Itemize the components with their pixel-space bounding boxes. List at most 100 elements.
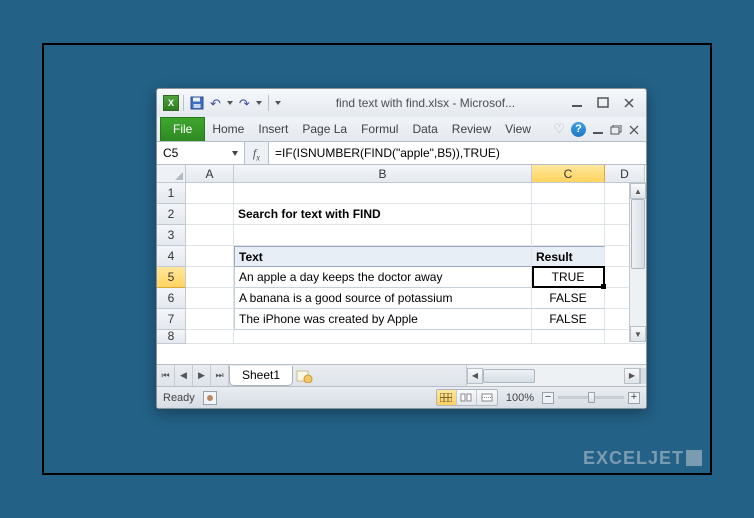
zoom-slider[interactable] — [558, 396, 624, 399]
cell-title[interactable]: Search for text with FIND — [234, 204, 532, 225]
cell[interactable] — [186, 225, 234, 246]
close-button[interactable] — [622, 97, 636, 109]
ribbon-minimize-icon[interactable] — [592, 124, 604, 134]
tab-review[interactable]: Review — [445, 117, 498, 141]
zoom-out-button[interactable]: − — [542, 392, 554, 404]
scroll-up-button[interactable]: ▲ — [630, 183, 646, 199]
formula-bar: C5 fx =IF(ISNUMBER(FIND("apple",B5)),TRU… — [157, 142, 646, 165]
quick-access-toolbar: ↶ ↷ — [183, 95, 281, 111]
status-ready: Ready — [163, 392, 195, 404]
cell[interactable] — [234, 225, 532, 246]
excel-window: X ↶ ↷ find text with find.xlsx - Microso… — [156, 88, 647, 409]
row-header[interactable]: 8 — [157, 330, 186, 344]
cell[interactable] — [186, 267, 234, 288]
sheet-nav-first[interactable]: ⏮ — [157, 365, 175, 386]
tab-page-layout[interactable]: Page La — [295, 117, 354, 141]
table-header-result[interactable]: Result — [532, 246, 605, 267]
hscroll-thumb[interactable] — [483, 369, 535, 383]
sheet-nav-prev[interactable]: ◀ — [175, 365, 193, 386]
excel-app-icon: X — [163, 95, 179, 111]
table-cell-result[interactable]: TRUE — [532, 267, 605, 288]
tab-home[interactable]: Home — [205, 117, 251, 141]
table-cell-result[interactable]: FALSE — [532, 309, 605, 330]
zoom-control: − + — [542, 392, 640, 404]
fx-button[interactable]: fx — [245, 142, 269, 164]
cell[interactable] — [186, 330, 234, 344]
undo-icon[interactable]: ↶ — [210, 97, 221, 110]
cell[interactable] — [186, 246, 234, 267]
row-header[interactable]: 6 — [157, 288, 186, 309]
formula-input[interactable]: =IF(ISNUMBER(FIND("apple",B5)),TRUE) — [269, 142, 646, 164]
table-cell-text[interactable]: The iPhone was created by Apple — [234, 309, 532, 330]
tab-formulas[interactable]: Formul — [354, 117, 405, 141]
redo-icon[interactable]: ↷ — [239, 97, 250, 110]
watermark: EXCELJET — [583, 449, 702, 467]
tab-data[interactable]: Data — [405, 117, 444, 141]
view-normal-button[interactable] — [437, 390, 457, 405]
maximize-button[interactable] — [596, 97, 610, 109]
table-cell-text[interactable]: A banana is a good source of potassium — [234, 288, 532, 309]
table-cell-text[interactable]: An apple a day keeps the doctor away — [234, 267, 532, 288]
heart-icon[interactable]: ♡ — [553, 121, 565, 137]
col-header-c[interactable]: C — [532, 165, 605, 182]
hscroll-split-handle[interactable] — [640, 368, 646, 384]
table-cell-result[interactable]: FALSE — [532, 288, 605, 309]
cell[interactable] — [186, 288, 234, 309]
row-header[interactable]: 4 — [157, 246, 186, 267]
sheet-nav-last[interactable]: ⏭ — [211, 365, 229, 386]
help-icon[interactable]: ? — [571, 122, 586, 137]
row-header[interactable]: 2 — [157, 204, 186, 225]
sheet-nav-next[interactable]: ▶ — [193, 365, 211, 386]
tab-insert[interactable]: Insert — [251, 117, 295, 141]
workbook-restore-icon[interactable] — [610, 124, 622, 134]
cell[interactable] — [186, 204, 234, 225]
window-title: find text with find.xlsx - Microsof... — [281, 96, 570, 110]
cell[interactable] — [234, 330, 532, 344]
ribbon-tabs: File Home Insert Page La Formul Data Rev… — [157, 117, 646, 142]
minimize-button[interactable] — [570, 97, 584, 109]
cell[interactable] — [532, 225, 605, 246]
zoom-in-button[interactable]: + — [628, 392, 640, 404]
row-header[interactable]: 5 — [157, 267, 186, 288]
sheet-tab-bar: ⏮ ◀ ▶ ⏭ Sheet1 ◀ ▶ — [157, 364, 646, 386]
cell[interactable] — [234, 183, 532, 204]
cell[interactable] — [532, 330, 605, 344]
view-buttons — [436, 389, 498, 406]
col-header-b[interactable]: B — [234, 165, 532, 182]
cell[interactable] — [532, 204, 605, 225]
new-sheet-button[interactable] — [293, 365, 315, 386]
row-header[interactable]: 1 — [157, 183, 186, 204]
scroll-down-button[interactable]: ▼ — [630, 326, 646, 342]
zoom-slider-knob[interactable] — [588, 392, 595, 403]
sheet-tab-sheet1[interactable]: Sheet1 — [229, 366, 293, 386]
col-header-a[interactable]: A — [186, 165, 234, 182]
title-bar: X ↶ ↷ find text with find.xlsx - Microso… — [157, 89, 646, 117]
row-header[interactable]: 3 — [157, 225, 186, 246]
view-page-break-button[interactable] — [477, 390, 497, 405]
undo-dropdown-icon[interactable] — [227, 101, 233, 105]
col-header-d[interactable]: D — [605, 165, 645, 182]
table-header-text[interactable]: Text — [234, 246, 532, 267]
save-icon[interactable] — [190, 96, 204, 110]
select-all-corner[interactable] — [157, 165, 186, 182]
name-box-dropdown-icon[interactable] — [232, 151, 238, 156]
cell[interactable] — [186, 183, 234, 204]
vertical-scrollbar[interactable]: ▲ ▼ — [629, 183, 646, 342]
workbook-close-icon[interactable] — [628, 124, 640, 134]
view-page-layout-button[interactable] — [457, 390, 477, 405]
worksheet-grid[interactable]: A B C D 1 2 Search for text with FIND 3 4… — [157, 165, 646, 364]
scroll-left-button[interactable]: ◀ — [467, 368, 483, 384]
vscroll-thumb[interactable] — [631, 199, 645, 269]
horizontal-scrollbar[interactable]: ◀ ▶ — [466, 365, 646, 386]
name-box-value: C5 — [163, 146, 228, 160]
cell[interactable] — [532, 183, 605, 204]
zoom-level[interactable]: 100% — [506, 392, 534, 404]
redo-dropdown-icon[interactable] — [256, 101, 262, 105]
row-header[interactable]: 7 — [157, 309, 186, 330]
file-tab[interactable]: File — [160, 117, 205, 141]
name-box[interactable]: C5 — [157, 142, 245, 164]
scroll-right-button[interactable]: ▶ — [624, 368, 640, 384]
macro-record-icon[interactable] — [203, 391, 217, 405]
cell[interactable] — [186, 309, 234, 330]
tab-view[interactable]: View — [498, 117, 538, 141]
